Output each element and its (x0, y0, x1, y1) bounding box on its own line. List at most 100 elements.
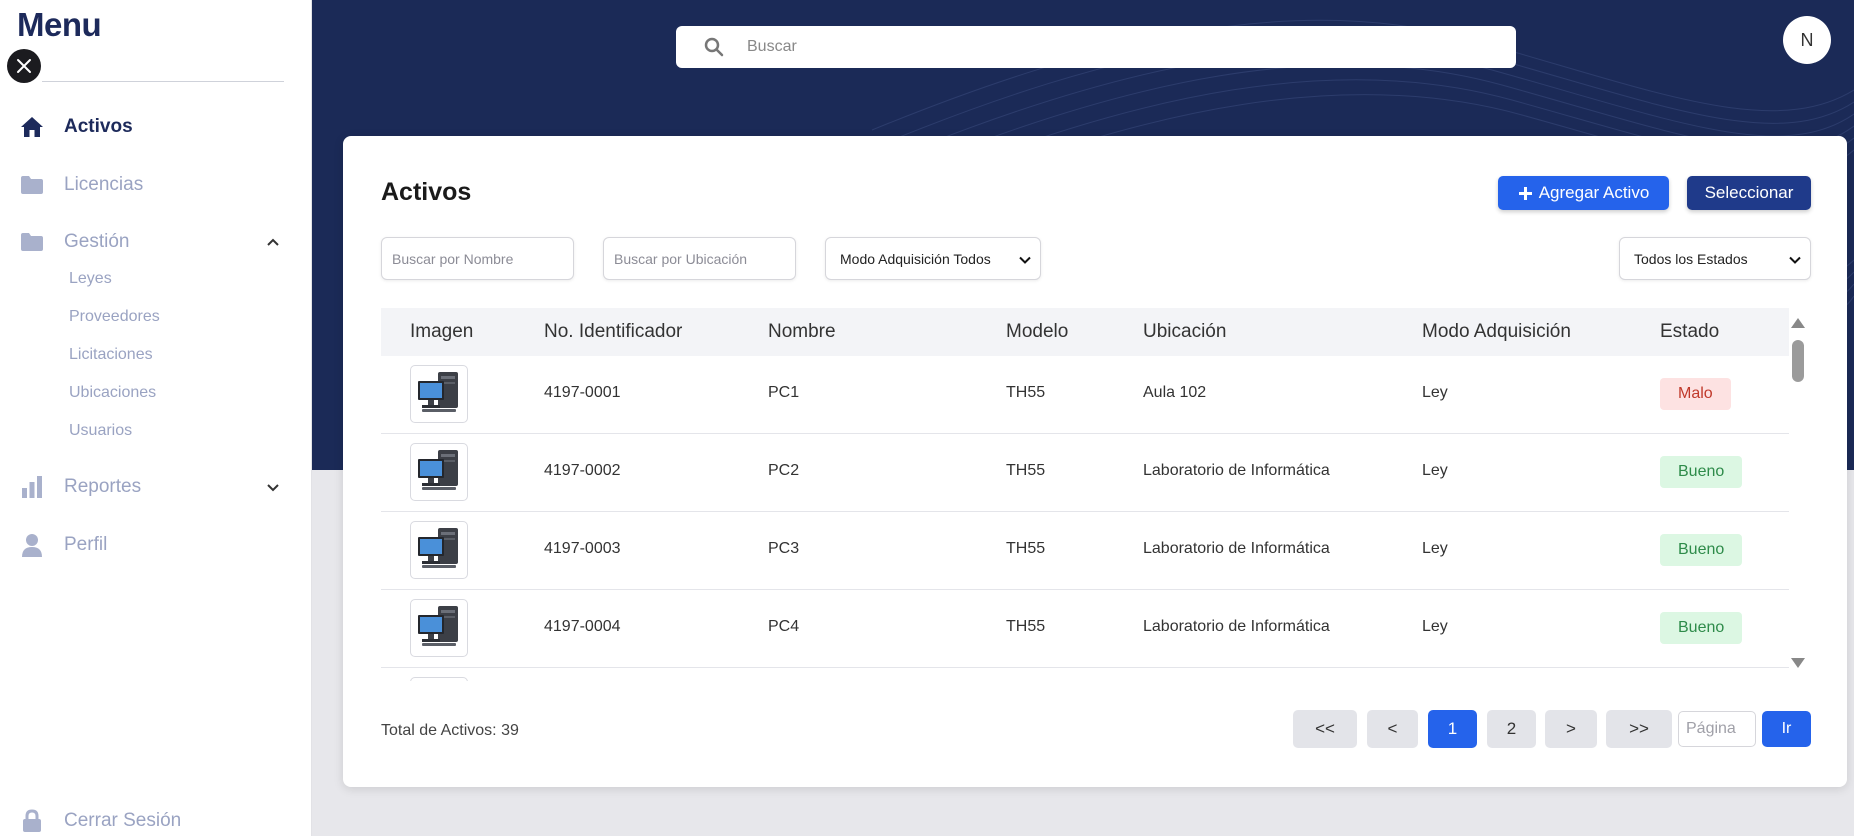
logout-button[interactable]: Cerrar Sesión (0, 801, 312, 836)
cell-model: TH55 (1006, 462, 1046, 479)
lock-icon (20, 809, 44, 833)
state-select[interactable]: Todos los Estados (1619, 237, 1811, 280)
computer-icon (416, 603, 462, 654)
acquisition-mode-value: Modo Adquisición Todos (840, 250, 991, 267)
cell-identifier: 4197-0003 (544, 540, 621, 557)
computer-icon (416, 369, 462, 420)
table-header: Imagen No. Identificador Nombre Modelo U… (381, 308, 1789, 356)
pagination-page-2[interactable]: 2 (1487, 710, 1536, 748)
status-badge: Malo (1660, 378, 1731, 410)
cell-acquisition-mode: Ley (1422, 540, 1448, 557)
asset-thumbnail (410, 443, 468, 501)
cell-acquisition-mode: Ley (1422, 384, 1448, 401)
table-row[interactable]: 4197-0003 PC3 TH55 Laboratorio de Informáti… (381, 512, 1789, 590)
table-scrollbar[interactable] (1791, 318, 1805, 674)
add-asset-label: Agregar Activo (1538, 183, 1650, 202)
pagination-next-button[interactable]: > (1545, 710, 1597, 748)
go-to-page-button[interactable]: Ir (1762, 711, 1811, 747)
chevron-down-icon (267, 484, 279, 492)
scroll-thumb[interactable] (1792, 340, 1804, 382)
scroll-up-arrow[interactable] (1791, 318, 1805, 328)
scroll-down-arrow[interactable] (1791, 658, 1805, 668)
column-header: Imagen (410, 321, 474, 342)
sidebar-item-activos[interactable]: Activos (0, 107, 312, 147)
column-header: Estado (1660, 321, 1720, 342)
sidebar-item-label: Activos (64, 116, 133, 137)
cell-name: PC3 (768, 540, 800, 557)
column-header: No. Identificador (544, 321, 683, 342)
table-row[interactable]: 4197-0004 PC4 TH55 Laboratorio de Informáti… (381, 590, 1789, 668)
cell-identifier: 4197-0004 (544, 618, 621, 635)
page-number-input[interactable] (1678, 711, 1756, 747)
cell-location: Laboratorio de Informática (1143, 462, 1330, 479)
logout-label: Cerrar Sesión (64, 810, 182, 831)
folder-icon (20, 173, 44, 197)
name-search-input[interactable] (381, 237, 574, 280)
table-row[interactable]: 4197-0002 PC2 TH55 Laboratorio de Informáti… (381, 434, 1789, 512)
pagination-page-1[interactable]: 1 (1428, 710, 1477, 748)
computer-icon (416, 525, 462, 576)
status-badge: Bueno (1660, 612, 1743, 644)
close-menu-button[interactable] (7, 49, 41, 83)
page-title: Activos (381, 178, 472, 206)
cell-model: TH55 (1006, 618, 1046, 635)
sidebar: Menu Activos Licencias Gestión Leyes Pro… (0, 0, 312, 836)
search-icon (704, 37, 724, 57)
pagination-first-button[interactable]: << (1293, 710, 1357, 748)
sidebar-item-label: Reportes (64, 476, 142, 497)
sidebar-item-label: Perfil (64, 534, 108, 555)
state-select-value: Todos los Estados (1634, 250, 1748, 267)
cell-name: PC4 (768, 618, 800, 635)
user-avatar[interactable]: N (1783, 16, 1831, 64)
sidebar-item-licencias[interactable]: Licencias (0, 165, 312, 205)
sidebar-item-reportes[interactable]: Reportes (0, 467, 312, 507)
cell-location: Aula 102 (1143, 384, 1207, 401)
assets-table: Imagen No. Identificador Nombre Modelo U… (381, 308, 1789, 681)
table-row[interactable]: 4197-0001 PC1 TH55 Aula 102 Ley Malo (381, 356, 1789, 434)
sidebar-title: Menu (17, 6, 102, 43)
select-button[interactable]: Seleccionar (1687, 176, 1811, 210)
sidebar-subitem-leyes[interactable]: Leyes (69, 270, 112, 288)
assets-card: Activos Agregar Activo Seleccionar Modo … (343, 136, 1847, 787)
column-header: Modo Adquisición (1422, 321, 1571, 342)
sidebar-subitem-proveedores[interactable]: Proveedores (69, 308, 160, 326)
status-badge: Bueno (1660, 534, 1743, 566)
bar-chart-icon (20, 475, 44, 499)
sidebar-item-perfil[interactable]: Perfil (0, 525, 312, 565)
total-assets: Total de Activos: 39 (381, 722, 519, 739)
sidebar-subitem-ubicaciones[interactable]: Ubicaciones (69, 384, 156, 402)
plus-icon (1518, 186, 1532, 200)
home-icon (20, 115, 44, 139)
pagination-last-button[interactable]: >> (1606, 710, 1672, 748)
cell-name: PC1 (768, 384, 800, 401)
asset-thumbnail (410, 599, 468, 657)
table-row-partial (381, 668, 1789, 681)
asset-thumbnail (410, 521, 468, 579)
sidebar-item-label: Gestión (64, 231, 130, 252)
add-asset-button[interactable]: Agregar Activo (1498, 176, 1669, 210)
sidebar-item-label: Licencias (64, 174, 144, 195)
sidebar-subitem-usuarios[interactable]: Usuarios (69, 422, 132, 440)
sidebar-subitem-licitaciones[interactable]: Licitaciones (69, 346, 153, 364)
global-search-bar (676, 26, 1516, 68)
pagination-prev-button[interactable]: < (1367, 710, 1418, 748)
cell-identifier: 4197-0002 (544, 462, 621, 479)
sidebar-item-gestion[interactable]: Gestión (0, 222, 312, 262)
column-header: Nombre (768, 321, 836, 342)
sidebar-divider (42, 81, 284, 82)
cell-identifier: 4197-0001 (544, 384, 621, 401)
status-badge: Bueno (1660, 456, 1743, 488)
chevron-up-icon (267, 238, 279, 246)
asset-thumbnail (410, 677, 468, 681)
cell-model: TH55 (1006, 384, 1046, 401)
asset-thumbnail (410, 365, 468, 423)
chevron-down-icon (1789, 256, 1801, 264)
cell-model: TH55 (1006, 540, 1046, 557)
acquisition-mode-select[interactable]: Modo Adquisición Todos (825, 237, 1041, 280)
close-icon (17, 59, 31, 73)
location-search-input[interactable] (603, 237, 796, 280)
global-search-input[interactable] (747, 26, 1487, 68)
column-header: Ubicación (1143, 321, 1227, 342)
folder-icon (20, 230, 44, 254)
cell-location: Laboratorio de Informática (1143, 618, 1330, 635)
